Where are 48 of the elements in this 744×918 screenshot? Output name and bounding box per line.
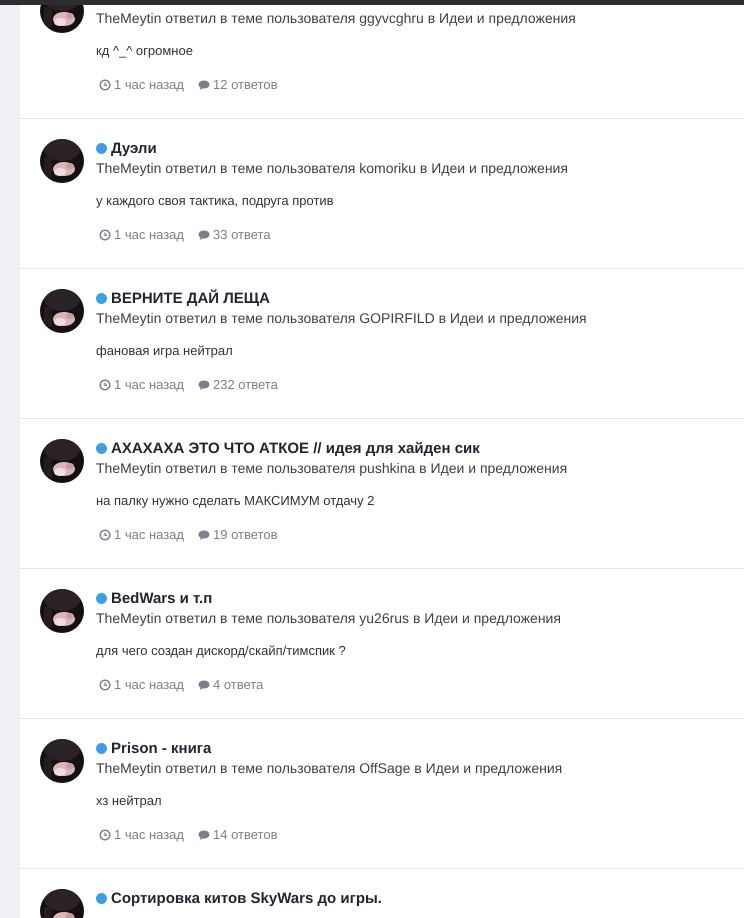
post-time: 1 час назад <box>114 227 184 242</box>
activity-byline: TheMeytin ответил в теме пользователя pushkina в Идеи и предложения <box>96 460 568 476</box>
activity-byline: TheMeytin ответил в теме пользователя ggyvcghru в Идеи и предложения <box>96 10 576 26</box>
reply-count: 19 ответов <box>213 527 278 542</box>
clock-icon <box>99 78 111 90</box>
topic-title-link[interactable]: Дуэли <box>111 140 157 156</box>
reply-count: 12 ответов <box>213 77 278 92</box>
reply-count: 14 ответов <box>213 827 278 842</box>
post-time: 1 час назад <box>114 677 184 692</box>
status-dot <box>96 892 107 904</box>
topic-title-link[interactable]: BedWars и т.п <box>111 590 212 606</box>
reply-count: 4 ответа <box>213 677 264 692</box>
post-time: 1 час назад <box>114 77 184 92</box>
post-excerpt: фановая игра нейтрал <box>96 343 234 358</box>
post-excerpt: кд ^_^ огромное <box>96 43 194 58</box>
comment-icon <box>198 828 210 840</box>
clock-icon <box>99 378 111 390</box>
reply-count: 33 ответа <box>213 227 271 242</box>
post-excerpt: у каждого своя тактика, подруга против <box>96 193 335 208</box>
status-dot <box>96 742 107 754</box>
comment-icon <box>198 228 210 240</box>
status-dot <box>96 592 107 604</box>
activity-byline: TheMeytin ответил в теме пользователя OffSage в Идеи и предложения <box>96 760 562 776</box>
activity-byline: TheMeytin ответил в теме пользователя komoriku в Идеи и предложения <box>96 160 568 176</box>
post-time: 1 час назад <box>114 527 184 542</box>
topic-title-link[interactable]: ВЕРНИТЕ ДАЙ ЛЕЩА <box>111 290 270 306</box>
comment-icon <box>198 528 210 540</box>
topic-title-link[interactable]: АХАХАХА ЭТО ЧТО АТКОЕ // идея для хайден сик <box>111 440 480 456</box>
reply-count: 232 ответа <box>213 377 278 392</box>
status-dot <box>96 442 107 454</box>
activity-byline: TheMeytin ответил в теме пользователя yu26rus в Идеи и предложения <box>96 610 561 626</box>
activity-byline: TheMeytin ответил в теме пользователя GOPIRFILD в Идеи и предложения <box>96 310 587 326</box>
topic-title-link[interactable]: Сортировка китов SkyWars до игры. <box>111 890 382 906</box>
clock-icon <box>99 828 111 840</box>
clock-icon <box>99 678 111 690</box>
post-excerpt: на палку нужно сделать МАКСИМУМ отдачу 2 <box>96 493 376 508</box>
post-time: 1 час назад <box>114 827 184 842</box>
topic-title-link[interactable]: Prison - книга <box>111 740 212 756</box>
status-dot <box>96 292 107 304</box>
comment-icon <box>198 78 210 90</box>
post-excerpt: хз нейтрал <box>96 793 163 808</box>
status-dot <box>96 142 107 154</box>
clock-icon <box>99 228 111 240</box>
comment-icon <box>198 378 210 390</box>
post-excerpt: для чего создан дискорд/скайп/тимспик ? <box>96 643 347 658</box>
comment-icon <box>198 678 210 690</box>
post-time: 1 час назад <box>114 377 184 392</box>
clock-icon <box>99 528 111 540</box>
